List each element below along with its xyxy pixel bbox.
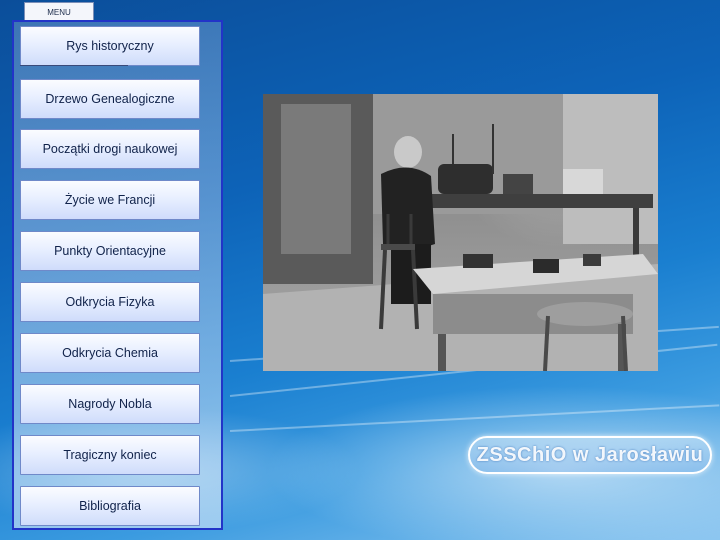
school-logo: ZSSChiO w Jarosławiu (468, 436, 712, 474)
menu-button-poczatki-drogi[interactable]: Początki drogi naukowej (20, 129, 200, 169)
menu-button-tragiczny-koniec[interactable]: Tragiczny koniec (20, 435, 200, 475)
active-underline (20, 65, 128, 66)
background-streak (229, 404, 720, 432)
menu-button-punkty-orientacyjne[interactable]: Punkty Orientacyjne (20, 231, 200, 271)
menu-button-zycie-we-francji[interactable]: Życie we Francji (20, 180, 200, 220)
menu-button-odkrycia-fizyka[interactable]: Odkrycia Fizyka (20, 282, 200, 322)
laboratory-photo (263, 94, 658, 371)
menu-button-nagrody-nobla[interactable]: Nagrody Nobla (20, 384, 200, 424)
menu-button-drzewo-genealogiczne[interactable]: Drzewo Genealogiczne (20, 79, 200, 119)
menu-button-rys-historyczny[interactable]: Rys historyczny (20, 26, 200, 66)
menu-tab: MENU (24, 2, 94, 21)
menu-button-bibliografia[interactable]: Bibliografia (20, 486, 200, 526)
laboratory-photo-drawing (263, 94, 658, 371)
menu-button-odkrycia-chemia[interactable]: Odkrycia Chemia (20, 333, 200, 373)
